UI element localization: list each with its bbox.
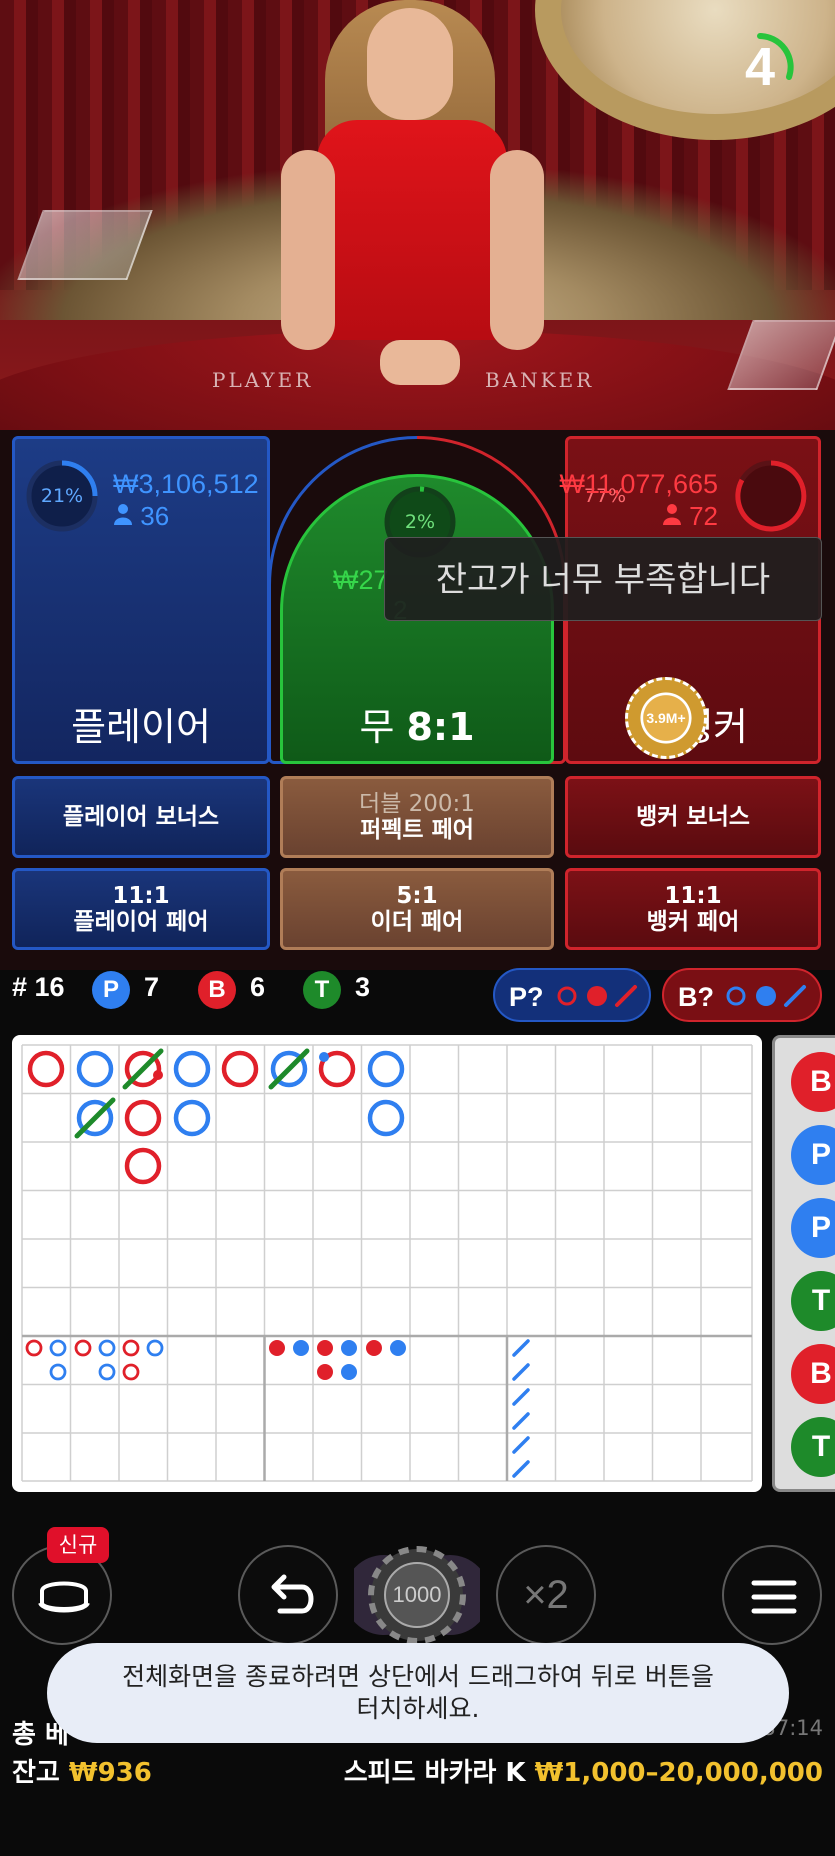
player-bonus-label: 플레이어 보너스 (62, 804, 220, 830)
new-badge: 신규 (47, 1527, 109, 1563)
banker-bet-amount: ₩11,077,665 (559, 469, 718, 499)
banker-count-value: 72 (689, 501, 718, 531)
tie-label: 무 8:1 (283, 696, 551, 751)
chip-selector[interactable]: 1000 (344, 1545, 490, 1645)
banker-pair-label: 뱅커 페어 (646, 909, 740, 935)
bead-road-item: P (791, 1125, 835, 1185)
person-icon (114, 504, 132, 525)
double-bet-button[interactable]: ×2 (496, 1545, 596, 1645)
tie-wins-count: 3 (355, 972, 371, 1002)
tie-label-text: 무 (359, 705, 407, 749)
tie-wins-badge: T (303, 971, 341, 1009)
either-pair-label: 이더 페어 (370, 909, 464, 935)
player-pair-label: 플레이어 페어 (73, 909, 209, 935)
undo-button[interactable] (238, 1545, 338, 1645)
undo-icon (271, 1574, 314, 1614)
banker-wins-badge: B (198, 971, 236, 1009)
fullscreen-exit-toast: 전체화면을 종료하려면 상단에서 드래그하여 뒤로 버튼을 터치하세요. (47, 1643, 789, 1743)
predict-symbols-icon (557, 985, 637, 1007)
toast-line-1: 전체화면을 종료하려면 상단에서 드래그하여 뒤로 버튼을 (122, 1662, 714, 1691)
either-pair-button[interactable]: 5:1 이더 페어 (280, 868, 554, 950)
insufficient-balance-toast: 잔고가 너무 부족합니다 (384, 537, 822, 621)
player-wins-badge: P (92, 971, 130, 1009)
bead-road-item: T (791, 1417, 835, 1477)
predict-symbols-icon (726, 985, 806, 1007)
menu-button[interactable] (722, 1545, 822, 1645)
scoreboard-roads[interactable] (12, 1035, 762, 1492)
banker-bonus-button[interactable]: 뱅커 보너스 (565, 776, 821, 858)
bead-road-item: P (791, 1198, 835, 1258)
balance: 잔고 ₩936 (12, 1752, 152, 1789)
table-info: 스피드 바카라 K ₩1,000–20,000,000 (344, 1752, 823, 1789)
roads-grid (21, 1044, 753, 1482)
player-count-value: 36 (140, 501, 170, 531)
player-bonus-button[interactable]: 플레이어 보너스 (12, 776, 270, 858)
side-bead-road[interactable]: B P P T B T (772, 1035, 835, 1492)
player-bet-spot[interactable]: 21% ₩3,106,512 36 플레이어 (12, 436, 270, 764)
banker-predict-label: B? (678, 982, 714, 1012)
bead-road-item: B (791, 1344, 835, 1404)
banker-bonus-label: 뱅커 보너스 (636, 804, 750, 830)
tie-odds: 8:1 (406, 705, 475, 749)
bead-road-item: B (791, 1052, 835, 1112)
table-name: 스피드 바카라 K (343, 1758, 526, 1788)
hamburger-menu-icon (751, 1580, 797, 1614)
banker-predict-button[interactable]: B? (662, 968, 822, 1022)
balance-value: ₩936 (68, 1758, 152, 1788)
betting-area: 21% ₩3,106,512 36 플레이어 2% ₩27 2 무 8:1 77… (0, 430, 835, 970)
banker-pair-button[interactable]: 11:1 뱅커 페어 (565, 868, 821, 950)
game-screen: { "timer": {"value": "4"}, "table": {"pl… (0, 0, 835, 1856)
timer-value: 4 (744, 37, 776, 97)
person-icon (662, 504, 681, 525)
card-shoe-right (727, 320, 835, 390)
bead-road-item: T (791, 1271, 835, 1331)
banker-bettor-count: 72 (662, 501, 718, 532)
table-limits: ₩1,000–20,000,000 (534, 1758, 823, 1788)
either-pair-odds: 5:1 (396, 883, 438, 909)
banker-pair-odds: 11:1 (664, 883, 722, 909)
live-video-feed: PLAYER BANKER 4 (0, 0, 835, 430)
banker-wins-count: 6 (250, 972, 266, 1002)
player-bettor-count: 36 (113, 501, 169, 532)
player-pair-button[interactable]: 11:1 플레이어 페어 (12, 868, 270, 950)
placed-chip: 3.9M+ (625, 677, 707, 759)
player-bet-amount: ₩3,106,512 (113, 469, 259, 499)
perfect-pair-button[interactable]: 더블 200:1 퍼펙트 페어 (280, 776, 554, 858)
chip-value: 1000 (392, 1582, 442, 1607)
perfect-pair-label: 퍼펙트 페어 (360, 817, 474, 843)
tie-bet-amount: ₩27 (333, 565, 389, 595)
round-stats: # 16 P 7 B 6 T 3 P? B? (0, 968, 835, 1022)
player-pair-odds: 11:1 (112, 883, 170, 909)
player-predict-button[interactable]: P? (493, 968, 651, 1022)
countdown-timer: 4 (725, 32, 795, 102)
player-percent: 21% (40, 485, 84, 507)
balance-label: 잔고 (12, 1758, 60, 1788)
player-wins-count: 7 (144, 972, 160, 1002)
player-label: 플레이어 (71, 705, 211, 749)
toast-line-2: 터치하세요. (356, 1694, 480, 1723)
banker-percent-ring-icon (735, 460, 807, 532)
perfect-pair-odds: 더블 200:1 (359, 791, 475, 817)
dealer (281, 0, 545, 400)
round-number: # 16 (12, 972, 65, 1002)
player-predict-label: P? (509, 982, 544, 1012)
